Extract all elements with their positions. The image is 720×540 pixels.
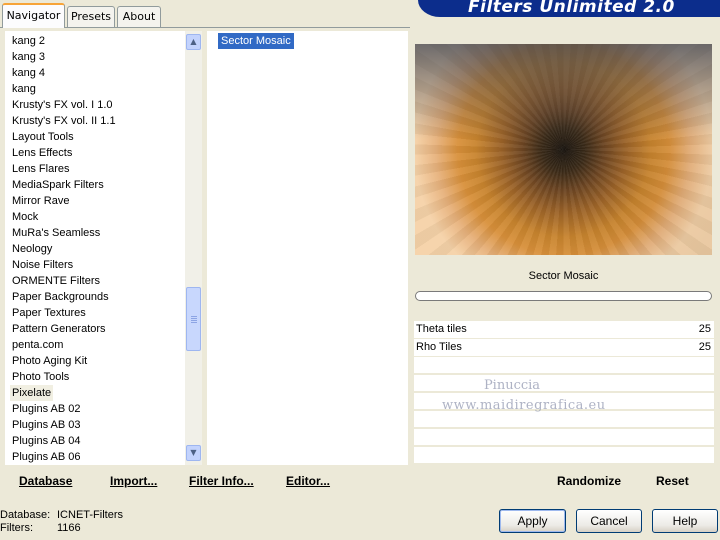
param-slot[interactable]: [414, 447, 714, 463]
category-item[interactable]: kang 2: [10, 33, 47, 49]
category-item[interactable]: ORMENTE Filters: [10, 273, 102, 289]
apply-button[interactable]: Apply: [499, 509, 566, 533]
editor-button[interactable]: Editor...: [286, 474, 330, 488]
category-item[interactable]: penta.com: [10, 337, 65, 353]
watermark-url: www.maidiregrafica.eu: [442, 398, 606, 413]
tab-presets[interactable]: Presets: [67, 6, 115, 27]
tab-navigator[interactable]: Navigator: [2, 3, 65, 28]
scroll-down-button[interactable]: ▼: [186, 445, 201, 461]
help-button[interactable]: Help: [652, 509, 718, 533]
category-item[interactable]: Photo Tools: [10, 369, 71, 385]
category-item[interactable]: Lens Flares: [10, 161, 71, 177]
grip-icon: [191, 316, 197, 323]
category-list[interactable]: kang 2 kang 3 kang 4 kang Krusty's FX vol. I…: [5, 31, 202, 465]
database-info: Database: ICNET-Filters: [0, 509, 123, 522]
category-item[interactable]: MediaSpark Filters: [10, 177, 106, 193]
param-value: 25: [698, 341, 711, 353]
category-item[interactable]: Plugins AB 06: [10, 449, 83, 465]
cancel-button[interactable]: Cancel: [576, 509, 642, 533]
param-name: Theta tiles: [416, 323, 467, 335]
category-item[interactable]: MuRa's Seamless: [10, 225, 102, 241]
database-label: Database:: [0, 509, 51, 521]
category-item[interactable]: Paper Textures: [10, 305, 88, 321]
category-item[interactable]: Plugins AB 02: [10, 401, 83, 417]
randomize-button[interactable]: Randomize: [557, 474, 621, 488]
filter-item-sector-mosaic[interactable]: Sector Mosaic: [218, 33, 294, 49]
filters-count: 1166: [57, 522, 81, 534]
category-scrollbar[interactable]: ▲ ▼: [185, 31, 202, 465]
category-item[interactable]: Paper Backgrounds: [10, 289, 111, 305]
watermark: Pinuccia www.maidiregrafica.eu: [442, 376, 605, 416]
category-item[interactable]: Plugins AB 04: [10, 433, 83, 449]
category-item[interactable]: Pixelate: [10, 385, 54, 401]
preview-shading: [415, 44, 712, 255]
import-button[interactable]: Import...: [110, 474, 157, 488]
param-slot[interactable]: [414, 357, 714, 373]
filters-label: Filters:: [0, 522, 33, 534]
param-value: 25: [698, 323, 711, 335]
category-item[interactable]: kang: [10, 81, 38, 97]
category-item[interactable]: Pattern Generators: [10, 321, 108, 337]
category-item[interactable]: Lens Effects: [10, 145, 74, 161]
database-value: ICNET-Filters: [57, 509, 123, 521]
progress-bar: [415, 291, 712, 301]
preview-filter-name: Sector Mosaic: [528, 270, 599, 282]
database-button[interactable]: Database: [19, 474, 72, 488]
category-item[interactable]: Krusty's FX vol. II 1.1: [10, 113, 118, 129]
param-rho-tiles[interactable]: Rho Tiles 25: [414, 339, 714, 356]
filter-info-button[interactable]: Filter Info...: [189, 474, 254, 488]
reset-button[interactable]: Reset: [656, 474, 689, 488]
param-theta-tiles[interactable]: Theta tiles 25: [414, 321, 714, 338]
category-item[interactable]: kang 4: [10, 65, 47, 81]
filters-info: Filters: 1166: [0, 522, 81, 535]
scroll-up-button[interactable]: ▲: [186, 34, 201, 50]
category-item[interactable]: Mock: [10, 209, 40, 225]
watermark-name: Pinuccia: [483, 378, 541, 393]
param-name: Rho Tiles: [416, 341, 462, 353]
category-item[interactable]: Neology: [10, 241, 54, 257]
category-item[interactable]: Plugins AB 03: [10, 417, 83, 433]
category-item[interactable]: Mirror Rave: [10, 193, 71, 209]
category-item[interactable]: Krusty's FX vol. I 1.0: [10, 97, 115, 113]
category-item[interactable]: kang 3: [10, 49, 47, 65]
category-item[interactable]: Photo Aging Kit: [10, 353, 89, 369]
tab-about[interactable]: About: [117, 6, 161, 27]
filter-list[interactable]: Sector Mosaic: [207, 31, 408, 465]
category-item[interactable]: Layout Tools: [10, 129, 76, 145]
window-title: Filters Unlimited 2.0: [468, 0, 675, 17]
category-item[interactable]: Noise Filters: [10, 257, 75, 273]
scroll-thumb[interactable]: [186, 287, 201, 351]
param-slot[interactable]: [414, 429, 714, 445]
